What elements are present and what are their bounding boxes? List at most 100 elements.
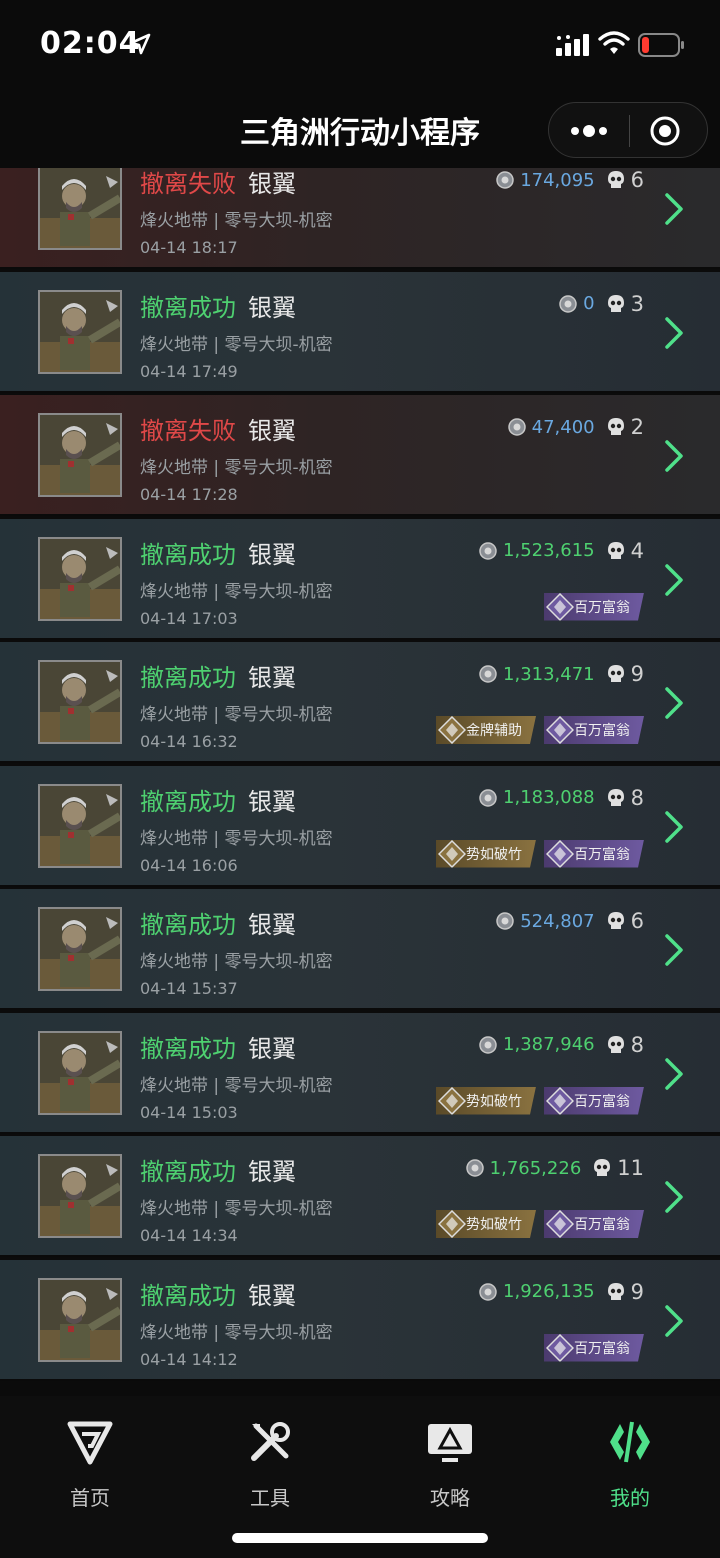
money-value: 47,400 <box>531 416 595 438</box>
rank-label: 银翼 <box>248 911 296 939</box>
rank-label: 银翼 <box>248 1158 296 1186</box>
tools-icon <box>251 1422 290 1461</box>
mode-map-label: 烽火地带 | 零号大坝-机密 <box>140 1075 333 1096</box>
money-value: 0 <box>583 293 595 314</box>
mode-map-label: 烽火地带 | 零号大坝-机密 <box>140 458 333 478</box>
badge-label: 百万富翁 <box>574 846 630 863</box>
money-value: 524,807 <box>520 910 595 932</box>
battery-icon <box>638 33 684 57</box>
coin-icon <box>479 541 497 560</box>
chevron-right-icon[interactable] <box>664 192 684 226</box>
mode-map-label: 烽火地带 | 零号大坝-机密 <box>140 581 333 602</box>
extraction-status: 撤离成功 <box>140 664 236 692</box>
skull-icon <box>607 1282 624 1300</box>
achievement-badge: 百万富翁 <box>544 1333 644 1362</box>
achievement-badge: 势如破竹 <box>436 839 536 868</box>
coin-icon <box>496 912 514 930</box>
extraction-status: 撤离成功 <box>140 787 236 816</box>
rank-label: 银翼 <box>248 417 296 445</box>
operator-avatar <box>38 289 122 374</box>
rank-label: 银翼 <box>248 170 296 198</box>
crystal-icon <box>546 1086 574 1115</box>
record-row[interactable]: 撤离成功 银翼烽火地带 | 零号大坝-机密 04-14 16:32 1,313,471… <box>0 642 720 763</box>
money-value: 174,095 <box>520 169 595 191</box>
badge-label: 百万富翁 <box>574 1340 630 1357</box>
mode-map-label: 烽火地带 | 零号大坝-机密 <box>140 828 333 849</box>
match-time: 04-14 16:32 <box>140 732 238 751</box>
kill-count: 9 <box>630 662 644 686</box>
kill-count: 11 <box>617 1156 644 1180</box>
tab-tools[interactable]: 工具 <box>210 1418 330 1514</box>
chevron-right-icon[interactable] <box>664 1057 684 1091</box>
kill-count: 8 <box>630 785 644 810</box>
tab-profile[interactable]: 我的 <box>570 1418 690 1514</box>
signal-icon <box>556 34 589 56</box>
money-value: 1,313,471 <box>503 663 595 685</box>
match-record-list[interactable]: 撤离失败 银翼 烽火地带 | 零号大坝-机密 04-14 18:17 174,095 6 撤… <box>0 168 720 1396</box>
crystal-icon <box>546 1210 574 1238</box>
record-row[interactable]: 撤离失败 银翼 烽火地带 | 零号大坝-机密 04-14 17:28 47,400 2 <box>0 395 720 516</box>
location-icon <box>129 33 151 55</box>
record-row[interactable]: 撤离成功 银翼 烽火地带 | 零号大坝-机密 04-14 15:03 1,387,946… <box>0 1012 720 1134</box>
achievement-badge: 势如破竹 <box>436 1210 536 1238</box>
match-time: 04-14 15:37 <box>140 979 238 998</box>
record-row[interactable]: 撤离成功 银翼 烽火地带 | 零号大坝-机密 04-14 17:49 0 3 <box>0 271 720 393</box>
chevron-right-icon[interactable] <box>664 1304 684 1338</box>
chevron-right-icon[interactable] <box>664 316 684 350</box>
operator-avatar <box>38 1030 122 1115</box>
money-value: 1,926,135 <box>503 1281 595 1302</box>
chevron-right-icon[interactable] <box>664 563 684 597</box>
record-row[interactable]: 撤离成功 银翼 烽火地带 | 零号大坝-机密 04-14 14:12 1,926,135… <box>0 1259 720 1381</box>
rank-label: 银翼 <box>248 664 296 692</box>
more-icon[interactable] <box>569 119 609 143</box>
badge-label: 势如破竹 <box>466 846 522 863</box>
record-row[interactable]: 撤离失败 银翼 烽火地带 | 零号大坝-机密 04-14 18:17 174,095 6 <box>0 168 720 269</box>
rank-label: 银翼 <box>248 787 296 816</box>
rank-label: 银翼 <box>248 293 296 322</box>
badge-group: 势如破竹 百万富翁 <box>436 1086 644 1117</box>
tab-home[interactable]: 首页 <box>30 1418 150 1514</box>
chevron-right-icon[interactable] <box>664 933 684 967</box>
crystal-icon <box>546 716 574 744</box>
achievement-badge: 百万富翁 <box>544 1210 644 1238</box>
coin-icon <box>479 1035 497 1054</box>
badge-label: 百万富翁 <box>574 1217 630 1233</box>
chevron-right-icon[interactable] <box>664 810 684 844</box>
operator-avatar <box>38 1154 122 1238</box>
tab-guide[interactable]: 攻略 <box>390 1418 510 1514</box>
home-indicator <box>232 1533 488 1543</box>
medal-icon <box>438 839 466 868</box>
badge-group: 百万富翁 <box>544 1333 644 1364</box>
nav-bar: 三角洲行动小程序 <box>0 90 720 168</box>
record-row[interactable]: 撤离成功 银翼 烽火地带 | 零号大坝-机密 04-14 15:37 524,807 6 <box>0 889 720 1010</box>
match-stats: 1,313,471 9 <box>479 660 644 688</box>
mode-map-label: 烽火地带 | 零号大坝-机密 <box>140 1322 333 1343</box>
extraction-status: 撤离成功 <box>140 293 236 322</box>
match-stats: 03 <box>559 290 644 318</box>
match-stats: 1,387,946 8 <box>479 1031 644 1059</box>
record-row[interactable]: 撤离成功 银翼 烽火地带 | 零号大坝-机密 04-14 16:06 1,183,088… <box>0 765 720 887</box>
skull-icon <box>607 541 624 559</box>
extraction-status: 撤离成功 <box>140 540 236 569</box>
badge-label: 金牌辅助 <box>466 723 522 739</box>
kill-count: 9 <box>630 1279 644 1304</box>
coin-icon <box>496 171 514 189</box>
mode-map-label: 烽火地带 | 零号大坝-机密 <box>140 1199 333 1219</box>
medal-icon <box>438 1210 466 1238</box>
operator-avatar <box>38 413 122 497</box>
record-row[interactable]: 撤离成功 银翼 烽火地带 | 零号大坝-机密 04-14 17:03 1,523,615… <box>0 518 720 640</box>
tab-tools-label: 工具 <box>250 1486 290 1510</box>
badge-group: 金牌辅助 百万富翁 <box>436 716 644 746</box>
record-row[interactable]: 撤离成功 银翼 烽火地带 | 零号大坝-机密 04-14 14:34 1,765,226… <box>0 1136 720 1257</box>
match-time: 04-14 14:34 <box>140 1226 238 1245</box>
badge-label: 势如破竹 <box>466 1217 522 1233</box>
close-icon[interactable] <box>649 115 681 147</box>
crystal-icon <box>546 1333 574 1362</box>
skull-icon <box>607 171 624 188</box>
mode-map-label: 烽火地带 | 零号大坝-机密 <box>140 705 333 725</box>
chevron-right-icon[interactable] <box>664 686 684 720</box>
chevron-right-icon[interactable] <box>664 1180 684 1214</box>
extraction-status: 撤离成功 <box>140 1158 236 1186</box>
chevron-right-icon[interactable] <box>664 439 684 473</box>
operator-avatar <box>38 660 122 744</box>
